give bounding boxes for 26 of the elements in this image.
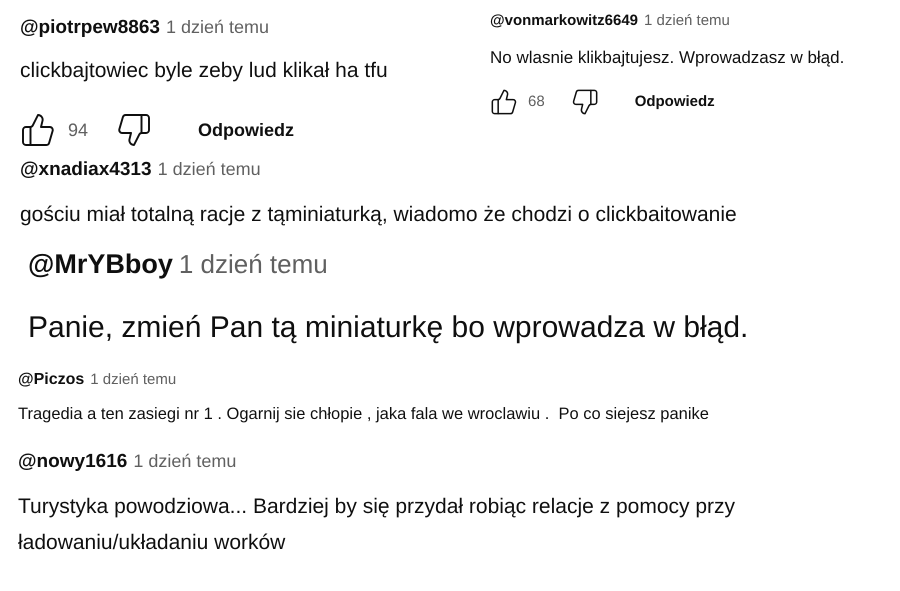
author-name[interactable]: @Piczos	[18, 368, 84, 392]
comment-time: 1 dzień temu	[178, 248, 328, 281]
comment-text: gościu miał totalną racje z tąminiaturką, wiadomo że chodzi o clickbaitowanie	[20, 202, 738, 228]
comment-text: clickbajtowiec byle zeby lud klikał ha tfu	[20, 58, 389, 84]
comment-text: Turystyka powodziowa... Bardziej by się przydał robiąc relacje z pomocy przy ładowaniu/układaniu worków	[18, 494, 736, 556]
comment-time: 1 dzień temu	[90, 370, 176, 390]
dislike-icon[interactable]	[570, 88, 599, 116]
author-name[interactable]: @xnadiax4313	[20, 156, 152, 184]
comment-text: Tragedia a ten zasiegi nr 1 . Ogarnij sie chłopie , jaka fala we wroclawiu . Po co siejesz panike	[18, 404, 710, 424]
author-name[interactable]: @vonmarkowitz6649	[490, 10, 638, 32]
comment-time: 1 dzień temu	[644, 11, 730, 31]
author-name[interactable]: @nowy1616	[18, 448, 128, 477]
comment-time: 1 dzień temu	[166, 16, 270, 39]
like-count: 68	[528, 92, 545, 112]
like-icon[interactable]	[20, 112, 56, 148]
comment-text: No wlasnie klikbajtujesz. Wprowadzasz w błąd.	[490, 46, 846, 68]
author-name[interactable]: @piotrpew8863	[20, 14, 160, 42]
like-icon[interactable]	[490, 88, 518, 116]
like-count: 94	[68, 118, 88, 142]
reply-button[interactable]: Odpowiedz	[198, 116, 294, 144]
comment-time: 1 dzień temu	[158, 158, 261, 181]
dislike-icon[interactable]	[116, 112, 152, 148]
author-name[interactable]: @MrYBboy	[28, 244, 173, 284]
comment-time: 1 dzień temu	[133, 450, 236, 474]
reply-button[interactable]: Odpowiedz	[634, 90, 715, 114]
comment-text: Panie, zmień Pan tą miniaturkę bo wprowadza w błąd.	[28, 310, 750, 346]
